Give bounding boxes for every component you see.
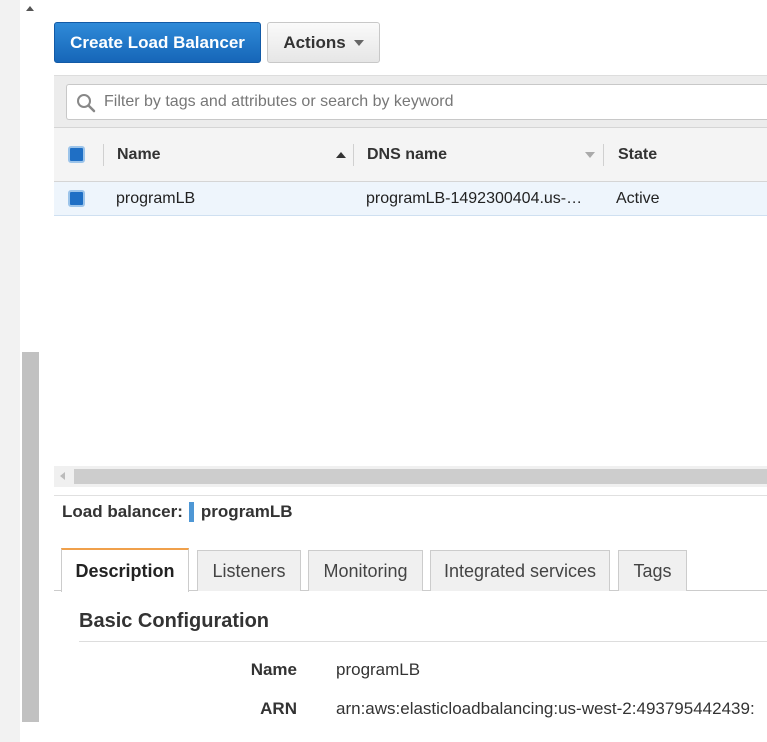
select-all-checkbox[interactable] bbox=[68, 128, 85, 181]
scroll-bottom bbox=[20, 722, 41, 742]
row-dns: programLB-1492300404.us-… bbox=[366, 189, 583, 207]
tab-integrated-services[interactable]: Integrated services bbox=[430, 550, 610, 591]
vertical-scrollbar[interactable] bbox=[0, 0, 41, 742]
create-load-balancer-label: Create Load Balancer bbox=[70, 32, 245, 52]
field-name-key: Name bbox=[250, 660, 297, 679]
selection-marker bbox=[188, 502, 194, 522]
actions-label: Actions bbox=[283, 32, 346, 52]
scroll-up-arrow-icon[interactable] bbox=[20, 0, 41, 18]
row-name: programLB bbox=[116, 189, 196, 207]
tab-tags-label: Tags bbox=[633, 560, 672, 581]
detail-tabs: Description Listeners Monitoring Integra… bbox=[54, 548, 767, 592]
main-panel: Create Load Balancer Actions Name DNS na… bbox=[54, 0, 767, 742]
section-title: Basic Configuration bbox=[79, 610, 270, 632]
tab-listeners[interactable]: Listeners bbox=[197, 550, 301, 591]
sort-descending-icon[interactable] bbox=[585, 128, 595, 181]
actions-dropdown-button[interactable]: Actions bbox=[267, 22, 380, 63]
detail-selected-name: programLB bbox=[200, 502, 293, 521]
tab-integrated-services-label: Integrated services bbox=[443, 560, 597, 581]
tab-tags[interactable]: Tags bbox=[618, 550, 687, 591]
create-load-balancer-button[interactable]: Create Load Balancer bbox=[54, 22, 261, 63]
scroll-thumb[interactable] bbox=[22, 352, 39, 722]
section-divider bbox=[79, 641, 767, 642]
field-name-value: programLB bbox=[336, 660, 421, 679]
row-state: Active bbox=[616, 189, 660, 207]
row-checkbox[interactable] bbox=[68, 182, 85, 215]
column-separator bbox=[353, 144, 354, 166]
horizontal-scroll-thumb[interactable] bbox=[74, 469, 767, 484]
search-input[interactable] bbox=[104, 85, 744, 119]
field-arn-key: ARN bbox=[260, 699, 297, 718]
column-separator bbox=[103, 144, 104, 166]
scroll-left-arrow-icon[interactable] bbox=[60, 472, 65, 480]
tab-description-label: Description bbox=[75, 560, 175, 581]
column-header-state-label: State bbox=[618, 145, 658, 163]
sort-ascending-icon[interactable] bbox=[336, 128, 346, 181]
checkbox-icon bbox=[68, 146, 85, 163]
field-arn: ARN arn:aws:elasticloadbalancing:us-west… bbox=[54, 699, 767, 721]
field-arn-value: arn:aws:elasticloadbalancing:us-west-2:4… bbox=[336, 699, 755, 718]
detail-header: Load balancer: programLB bbox=[62, 502, 293, 522]
table-header: Name DNS name State bbox=[54, 127, 767, 182]
column-header-name-label: Name bbox=[117, 145, 161, 163]
split-divider[interactable] bbox=[54, 495, 767, 496]
checkbox-icon bbox=[68, 190, 85, 207]
search-box[interactable] bbox=[66, 84, 767, 120]
table-row[interactable]: programLB programLB-1492300404.us-… Acti… bbox=[54, 182, 767, 216]
column-header-name[interactable]: Name bbox=[117, 128, 161, 181]
column-separator bbox=[603, 144, 604, 166]
detail-label: Load balancer: bbox=[62, 502, 183, 521]
chevron-down-icon bbox=[353, 39, 364, 46]
tab-listeners-label: Listeners bbox=[212, 560, 286, 581]
field-name: Name programLB bbox=[54, 660, 767, 682]
tab-description[interactable]: Description bbox=[61, 548, 189, 592]
column-header-state[interactable]: State bbox=[618, 128, 657, 181]
tab-monitoring[interactable]: Monitoring bbox=[308, 550, 423, 591]
search-icon bbox=[77, 94, 96, 113]
column-header-dns-label: DNS name bbox=[367, 145, 448, 163]
horizontal-scrollbar[interactable] bbox=[54, 466, 767, 487]
tab-monitoring-label: Monitoring bbox=[323, 560, 408, 581]
column-header-dns[interactable]: DNS name bbox=[367, 128, 447, 181]
filter-bar bbox=[54, 75, 767, 127]
